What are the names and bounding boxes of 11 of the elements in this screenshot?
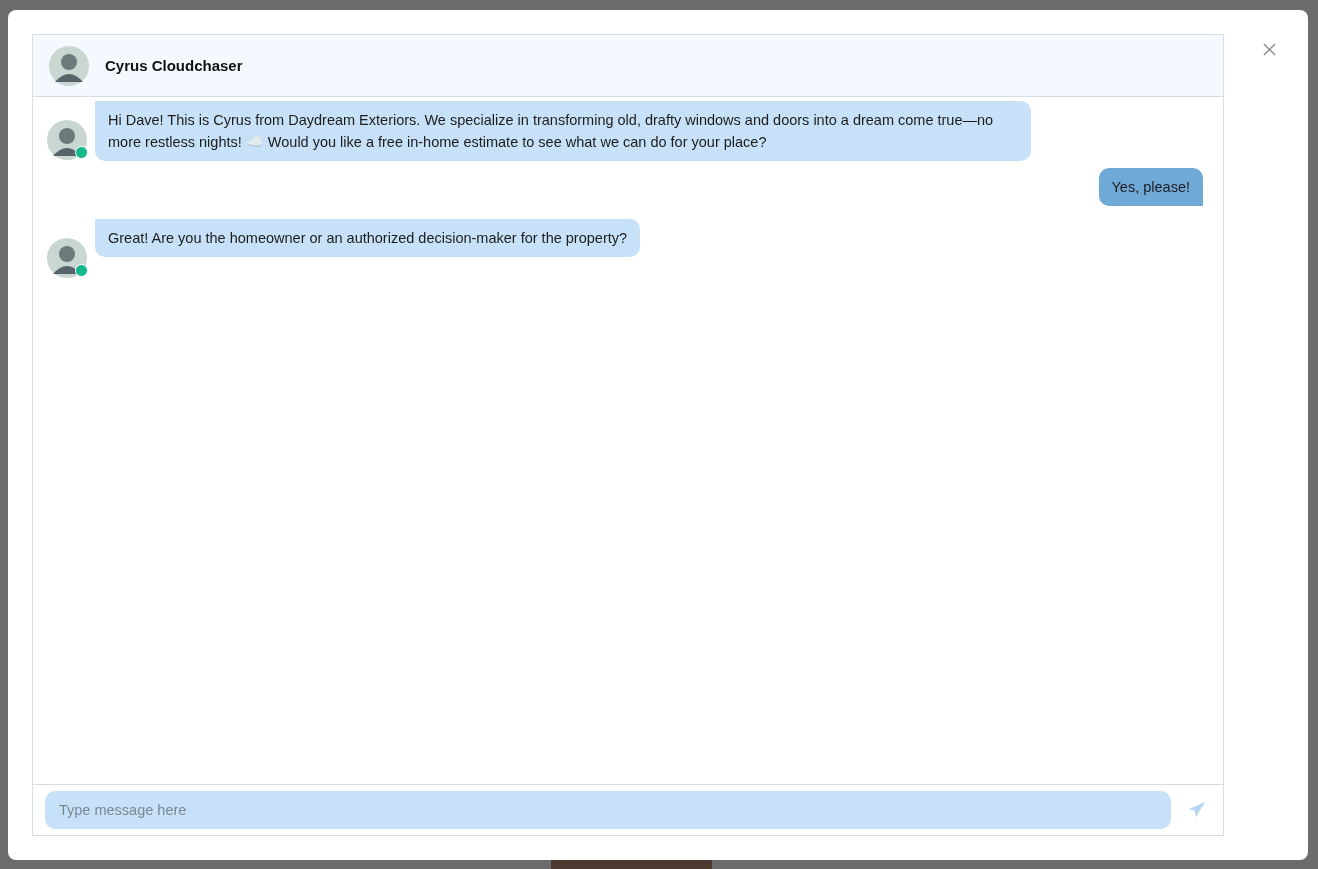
message-bubble: Great! Are you the homeowner or an authorized decision-maker for the property? <box>95 219 641 257</box>
avatar-icon <box>47 238 87 278</box>
avatar-icon <box>49 45 89 86</box>
close-button[interactable] <box>1261 41 1278 58</box>
message-bubble: Hi Dave! This is Cyrus from Daydream Exteriors. We specialize in transforming old, drafty windows and doors into a dream come true—no more restless nights! ☁ Would you like a free in-home estimate to see what we can do for your place? <box>95 101 1031 161</box>
avatar-icon <box>47 120 87 160</box>
message-input[interactable]: Type message here <box>45 791 1171 829</box>
send-icon <box>1187 800 1207 820</box>
close-icon <box>1263 43 1276 56</box>
message-bubble: Yes, please! <box>1098 168 1203 206</box>
contact-name: Cyrus Cloudchaser <box>105 57 243 74</box>
